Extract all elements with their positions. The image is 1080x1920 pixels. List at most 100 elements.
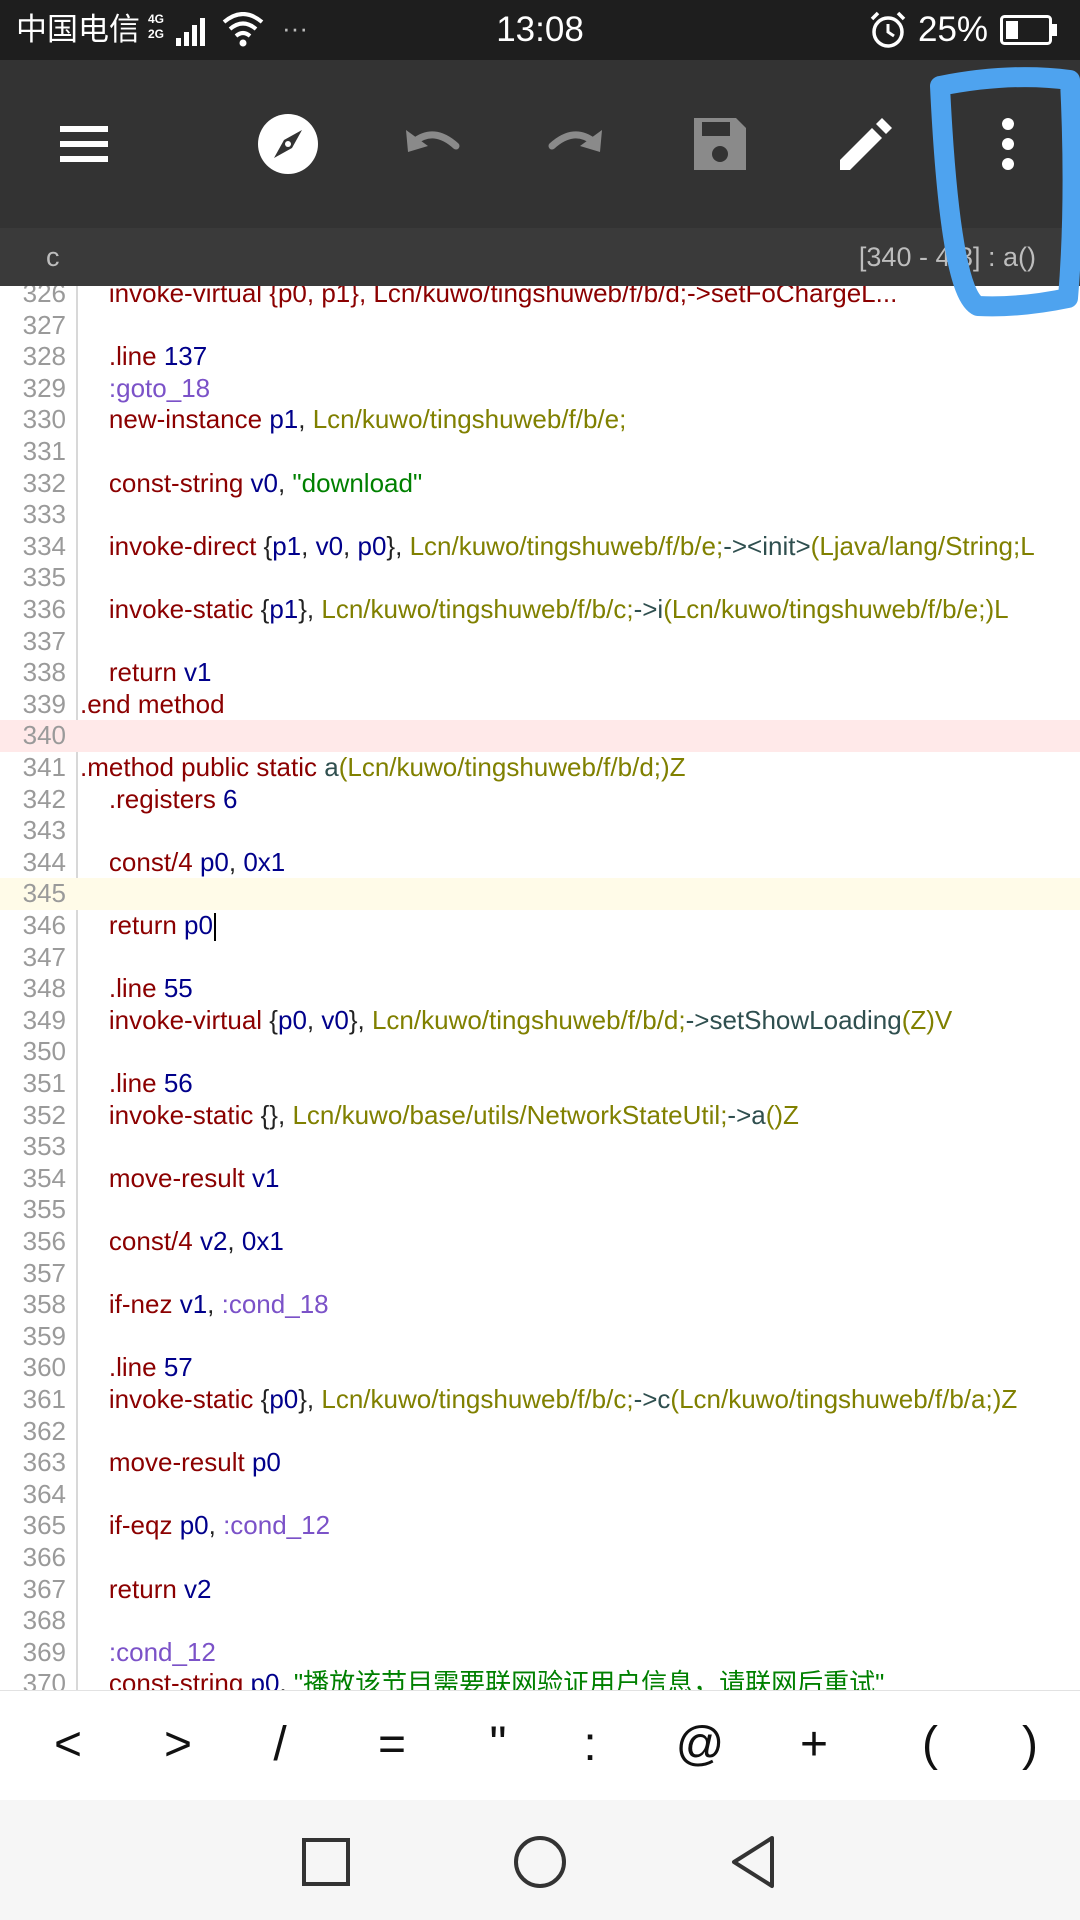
code-token: ->i xyxy=(633,594,664,624)
code-line[interactable]: 353 xyxy=(0,1131,1080,1163)
code-line[interactable]: 352 invoke-static {}, Lcn/kuwo/base/util… xyxy=(0,1100,1080,1132)
code-line[interactable]: 337 xyxy=(0,626,1080,658)
code-token: :cond_18 xyxy=(221,1289,329,1320)
code-line[interactable]: 366 xyxy=(0,1542,1080,1574)
edit-button[interactable] xyxy=(828,108,900,180)
line-number: 364 xyxy=(22,1478,66,1509)
code-token: Lcn/kuwo/tingshuweb/f/b/e; xyxy=(409,530,724,561)
code-token: const/4 xyxy=(80,1226,200,1256)
line-number: 340 xyxy=(22,720,66,751)
code-token: const-string xyxy=(80,467,251,498)
code-line[interactable]: 347 xyxy=(0,942,1080,974)
line-number: 337 xyxy=(22,625,66,656)
code-line[interactable]: 369 :cond_12 xyxy=(0,1637,1080,1669)
code-line[interactable]: 368 xyxy=(0,1605,1080,1637)
code-line[interactable]: 328 .line 137 xyxy=(0,341,1080,373)
save-button[interactable] xyxy=(684,108,756,180)
code-line[interactable]: 345 xyxy=(0,878,1080,910)
code-token: v0 xyxy=(321,1004,349,1035)
code-line[interactable]: 338 return v1 xyxy=(0,657,1080,689)
code-line[interactable]: 331 xyxy=(0,436,1080,468)
redo-button[interactable] xyxy=(540,108,612,180)
code-line[interactable]: 358 if-nez v1, :cond_18 xyxy=(0,1289,1080,1321)
code-token: const/4 xyxy=(80,846,200,877)
code-line[interactable]: 360 .line 57 xyxy=(0,1352,1080,1384)
code-line[interactable]: 341 .method public static a(Lcn/kuwo/ting… xyxy=(0,752,1080,784)
code-line[interactable]: 355 xyxy=(0,1194,1080,1226)
back-button[interactable] xyxy=(724,1832,784,1892)
code-line[interactable]: 367 return v2 xyxy=(0,1574,1080,1606)
symbol-key[interactable]: = xyxy=(352,1709,432,1781)
code-line[interactable]: 339 .end method xyxy=(0,689,1080,721)
undo-button[interactable] xyxy=(396,108,468,180)
code-text: .line 137 xyxy=(80,341,207,373)
code-line[interactable]: 336 invoke-static {p1}, Lcn/kuwo/tingshu… xyxy=(0,594,1080,626)
code-line[interactable]: 326 invoke-virtual {p0, p1}, Lcn/kuwo/ti… xyxy=(0,286,1080,310)
symbol-key[interactable]: ( xyxy=(890,1709,970,1781)
code-line[interactable]: 370 const-string p0, "播放该节目需要联网验证用户信息，请联… xyxy=(0,1668,1080,1690)
symbol-key[interactable]: @ xyxy=(660,1709,740,1781)
code-text: return v2 xyxy=(80,1574,212,1606)
code-line[interactable]: 357 xyxy=(0,1258,1080,1290)
line-number: 335 xyxy=(22,562,66,593)
code-line[interactable]: 346 return p0 xyxy=(0,910,1080,942)
symbol-key[interactable]: / xyxy=(240,1709,320,1781)
code-line[interactable]: 330 new-instance p1, Lcn/kuwo/tingshuweb… xyxy=(0,404,1080,436)
menu-button[interactable] xyxy=(48,108,120,180)
code-token: .line xyxy=(80,1352,164,1383)
code-text: invoke-static {p0}, Lcn/kuwo/tingshuweb/… xyxy=(80,1384,1017,1416)
symbol-key[interactable]: : xyxy=(550,1709,630,1781)
code-line[interactable]: 362 xyxy=(0,1416,1080,1448)
symbol-key[interactable]: > xyxy=(138,1709,218,1781)
code-line[interactable]: 356 const/4 v2, 0x1 xyxy=(0,1226,1080,1258)
line-number: 368 xyxy=(22,1605,66,1636)
code-text: .line 55 xyxy=(80,973,193,1005)
redo-icon xyxy=(548,130,602,152)
code-token: }, xyxy=(298,594,322,624)
code-token: v1 xyxy=(251,1162,280,1193)
code-line[interactable]: 344 const/4 p0, 0x1 xyxy=(0,847,1080,879)
code-line[interactable]: 343 xyxy=(0,815,1080,847)
symbol-key[interactable]: + xyxy=(774,1709,854,1781)
navigate-button[interactable] xyxy=(252,108,324,180)
code-line[interactable]: 363 move-result p0 xyxy=(0,1447,1080,1479)
line-number: 366 xyxy=(22,1542,66,1572)
code-line[interactable]: 348 .line 55 xyxy=(0,973,1080,1005)
code-token: new-instance xyxy=(80,404,270,435)
line-number: 361 xyxy=(22,1384,66,1414)
code-token: :cond_12 xyxy=(223,1510,331,1541)
code-line[interactable]: 327 xyxy=(0,310,1080,342)
line-number: 351 xyxy=(22,1068,66,1098)
code-token: move-result xyxy=(80,1162,252,1193)
code-line[interactable]: 334 invoke-direct {p1, v0, p0}, Lcn/kuwo… xyxy=(0,531,1080,563)
symbol-input-bar: < > / = ": @ + () xyxy=(0,1690,1080,1801)
code-line[interactable]: 329 :goto_18 xyxy=(0,373,1080,405)
code-line[interactable]: 364 xyxy=(0,1479,1080,1511)
code-line[interactable]: 361 invoke-static {p0}, Lcn/kuwo/tingshu… xyxy=(0,1384,1080,1416)
code-token: , xyxy=(298,404,313,435)
line-number: 355 xyxy=(22,1194,66,1225)
code-line[interactable]: 342 .registers 6 xyxy=(0,784,1080,816)
line-number: 352 xyxy=(22,1099,66,1130)
code-line[interactable]: 351 .line 56 xyxy=(0,1068,1080,1100)
code-line[interactable]: 333 xyxy=(0,499,1080,531)
code-line[interactable]: 365 if-eqz p0, :cond_12 xyxy=(0,1510,1080,1542)
code-line[interactable]: 350 xyxy=(0,1036,1080,1068)
home-button[interactable] xyxy=(510,1832,570,1892)
code-line[interactable]: 332 const-string v0, "download" xyxy=(0,468,1080,500)
code-line[interactable]: 335 xyxy=(0,562,1080,594)
symbol-key[interactable]: " xyxy=(458,1709,538,1781)
code-line[interactable]: 354 move-result v1 xyxy=(0,1163,1080,1195)
code-line[interactable]: 349 invoke-virtual {p0, v0}, Lcn/kuwo/ti… xyxy=(0,1005,1080,1037)
code-line[interactable]: 359 xyxy=(0,1321,1080,1353)
recents-button[interactable] xyxy=(296,1832,356,1892)
code-editor[interactable]: 326 invoke-virtual {p0, p1}, Lcn/kuwo/ti… xyxy=(0,286,1080,1690)
symbol-key[interactable]: ) xyxy=(990,1709,1070,1781)
code-token: p0 xyxy=(184,910,213,940)
highlight-annotation xyxy=(930,67,1080,317)
symbol-key[interactable]: < xyxy=(28,1709,108,1781)
code-token: 55 xyxy=(163,973,193,1004)
code-line[interactable]: 340 xyxy=(0,720,1080,752)
code-token: , xyxy=(277,467,293,498)
line-number: 349 xyxy=(22,1004,66,1035)
